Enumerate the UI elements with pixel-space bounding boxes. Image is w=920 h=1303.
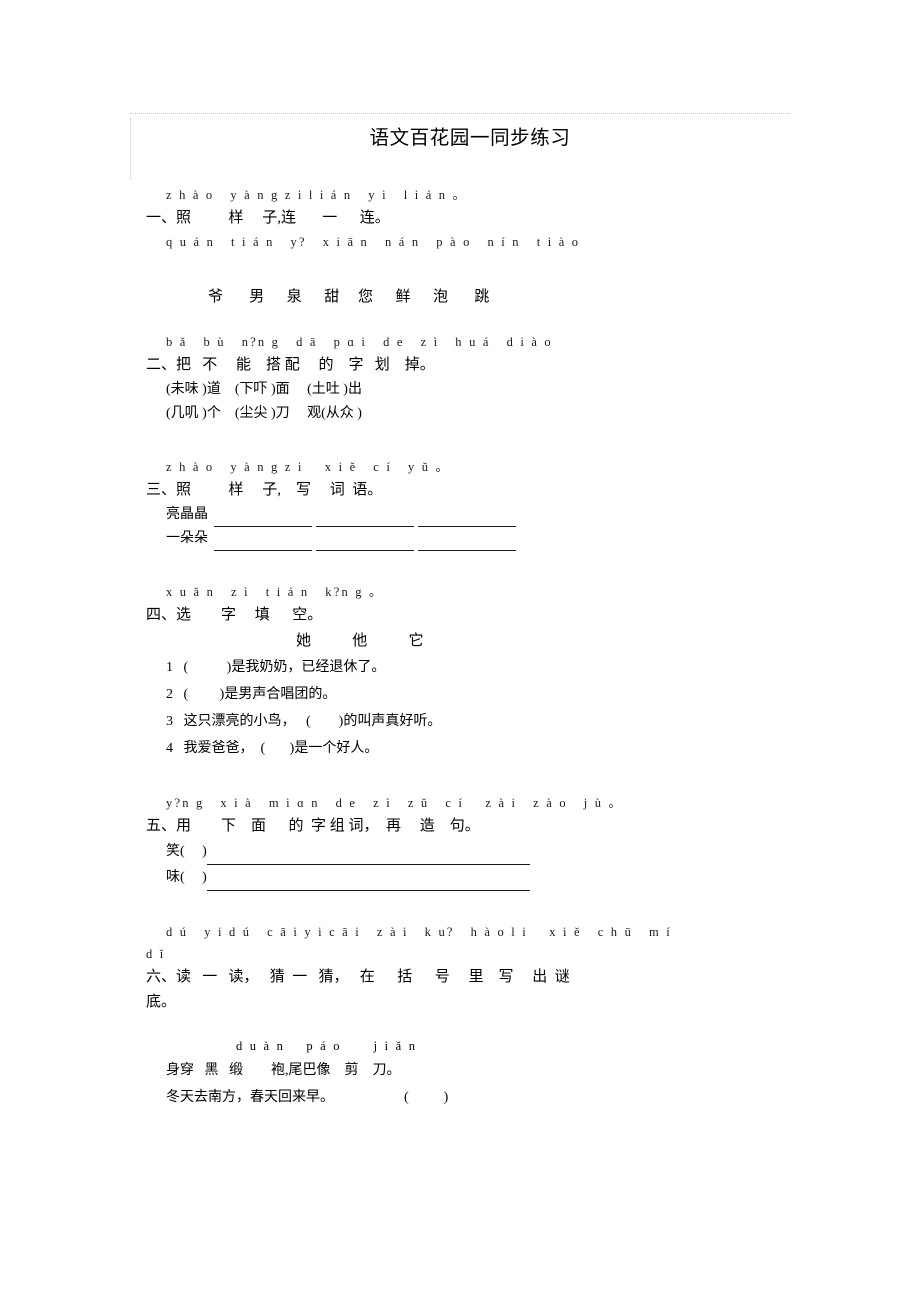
section-6-riddle-line-2[interactable]: 冬天去南方，春天回来早。 ( ) <box>146 1084 794 1111</box>
write-blank[interactable] <box>214 509 312 527</box>
write-blank[interactable] <box>214 533 312 551</box>
section-6-heading-line-1: 六、读 一 读， 猜 一 猜， 在 括 号 里 写 出 谜 <box>146 969 570 985</box>
section-5-answer-row: 笑( ) <box>146 839 794 865</box>
section-1-wordbank-hanzi: 爷 男 泉 甜 您 鲜 泡 跳 <box>208 289 490 305</box>
exercise-section-2: b ǎ b ù n?n g d ā p ɑ i d e z ì h u á d … <box>146 331 794 426</box>
section-3-answer-row: 一朵朵 <box>146 527 794 551</box>
section-5-prompt-char: 笑( ) <box>166 844 207 859</box>
section-3-answer-row: 亮晶晶 <box>146 503 794 527</box>
section-4-pronoun-bank: 她 他 它 <box>296 633 424 649</box>
section-5-heading: 五、用 下 面 的 字 组 词， 再 造 句。 <box>146 818 480 834</box>
sentence-blank[interactable] <box>206 846 530 865</box>
write-blank[interactable] <box>316 533 414 551</box>
sentence-blank[interactable] <box>206 872 530 891</box>
section-4-item[interactable]: 2 ( )是男声合唱团的。 <box>146 681 794 708</box>
section-4-item[interactable]: 1 ( )是我奶奶，已经退休了。 <box>146 654 794 681</box>
section-4-pinyin-heading: x u ǎ n z ì t i á n k?n g 。 <box>166 585 384 599</box>
exercise-section-5: y?n g x i à m i ɑ n d e z ì z ǔ c í z à … <box>146 792 794 891</box>
section-5-prompt-char: 味( ) <box>166 870 207 885</box>
section-2-heading: 二、把 不 能 搭 配 的 字 划 掉。 <box>146 357 435 373</box>
section-5-pinyin-heading: y?n g x i à m i ɑ n d e z ì z ǔ c í z à … <box>166 796 624 810</box>
page-frame-left-border <box>130 118 131 180</box>
section-3-heading: 三、照 样 子, 写 词 语。 <box>146 482 383 498</box>
section-1-heading: 一、照 样 子,连 一 连。 <box>146 210 390 226</box>
section-6-riddle-line-1: 身穿 黑 缎 袍,尾巴像 剪 刀。 <box>166 1063 401 1078</box>
write-blank[interactable] <box>418 533 516 551</box>
page-frame-top-border <box>130 113 790 114</box>
write-blank[interactable] <box>418 509 516 527</box>
section-1-pinyin-heading: z h à o y à n g z i l i á n y i l i á n … <box>166 188 468 202</box>
section-2-pinyin-heading: b ǎ b ù n?n g d ā p ɑ i d e z ì h u á d … <box>166 335 553 349</box>
section-3-example-word: 一朵朵 <box>166 531 208 546</box>
section-4-item[interactable]: 4 我爱爸爸， ( )是一个好人。 <box>146 735 794 762</box>
section-6-pinyin-heading-line-1: d ú y i d ú c ā i y i c ā i z à i k u? h… <box>166 925 672 939</box>
exercise-section-1: z h à o y à n g z i l i á n y i l i á n … <box>146 184 794 311</box>
exercise-section-6: d ú y i d ú c ā i y i c ā i z à i k u? h… <box>146 921 794 1111</box>
section-6-pinyin-heading-line-2: d ǐ <box>146 947 166 961</box>
section-6-riddle-pinyin: d u à n p á o j i ǎ n <box>236 1039 418 1053</box>
document-page: 语文百花园一同步练习 z h à o y à n g z i l i á n y… <box>0 0 920 1303</box>
section-1-wordbank-pinyin: q u á n t i á n y? x i ā n n á n p à o n… <box>166 235 581 249</box>
exercise-section-4: x u ǎ n z ì t i á n k?n g 。 四、选 字 填 空。 她… <box>146 581 794 762</box>
page-title: 语文百花园一同步练习 <box>369 128 571 149</box>
write-blank[interactable] <box>316 509 414 527</box>
section-4-heading: 四、选 字 填 空。 <box>146 607 323 623</box>
section-3-example-word: 亮晶晶 <box>166 507 208 522</box>
section-2-choice-row[interactable]: (几叽 )个 (尘尖 )刀 观(从众 ) <box>146 402 794 426</box>
section-6-heading-line-2: 底。 <box>146 994 177 1010</box>
section-2-choice-row[interactable]: (未味 )道 (下吓 )面 (土吐 )出 <box>146 378 794 402</box>
section-3-pinyin-heading: z h à o y à n g z i x i ě c í y ǔ 。 <box>166 460 451 474</box>
exercise-section-3: z h à o y à n g z i x i ě c í y ǔ 。 三、照 … <box>146 456 794 551</box>
section-4-item[interactable]: 3 这只漂亮的小鸟， ( )的叫声真好听。 <box>146 708 794 735</box>
section-5-answer-row: 味( ) <box>146 865 794 891</box>
document-content: 语文百花园一同步练习 z h à o y à n g z i l i á n y… <box>146 122 794 1111</box>
